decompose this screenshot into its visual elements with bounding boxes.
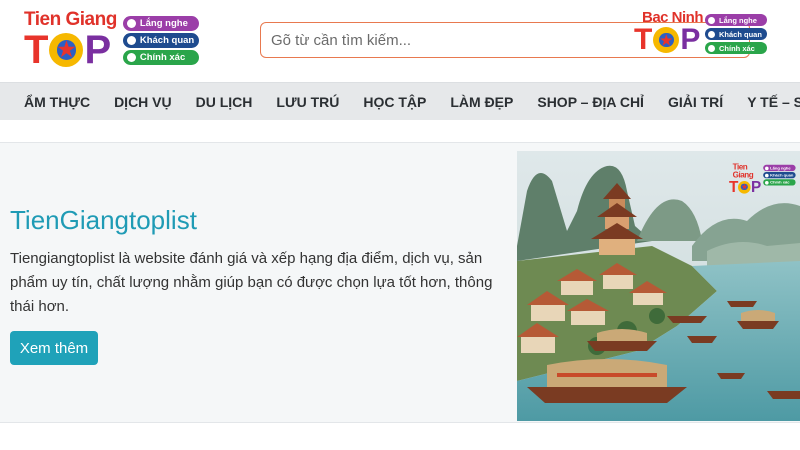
dot-icon bbox=[708, 44, 716, 52]
logo-tag-label: Chính xác bbox=[719, 43, 755, 53]
hero-description: Tiengiangtoplist là website đánh giá và … bbox=[10, 250, 493, 315]
logo-letter-p: P bbox=[84, 28, 112, 72]
logo-letter-t: T bbox=[634, 23, 653, 56]
hero-section: TienGiangtoplist Tiengiangtoplist là web… bbox=[0, 142, 800, 423]
logo-letter-t: T bbox=[729, 178, 739, 196]
logo-tag-label: Lắng nghe bbox=[770, 165, 791, 171]
nav-item-y-te-suc-khoe[interactable]: Y TẾ – SỨC KHỎE bbox=[723, 94, 800, 110]
logo-wordmark: Tien Giang T ★ P bbox=[24, 10, 117, 70]
dot-icon bbox=[126, 53, 136, 62]
logo-place-name: Tien Giang bbox=[24, 9, 117, 30]
dot-icon bbox=[764, 173, 769, 177]
logo-letter-p: P bbox=[680, 23, 701, 56]
logo-letter-p: P bbox=[750, 178, 762, 196]
read-more-button[interactable]: Xem thêm bbox=[10, 331, 98, 365]
logo-tag-label: Lắng nghe bbox=[139, 18, 188, 29]
nav-item-luu-tru[interactable]: LƯU TRÚ bbox=[252, 94, 339, 110]
site-header: Tien Giang T ★ P Lắng nghe Khách quan Ch… bbox=[0, 0, 800, 82]
spacer bbox=[0, 120, 800, 142]
star-icon: ★ bbox=[741, 182, 748, 191]
logo-tag: Lắng nghe bbox=[705, 14, 768, 26]
page-bottom bbox=[0, 423, 800, 450]
nav-item-giai-tri[interactable]: GIẢI TRÍ bbox=[644, 94, 723, 110]
dot-icon bbox=[764, 166, 769, 170]
nav-item-dich-vu[interactable]: DỊCH VỤ bbox=[90, 94, 172, 110]
logo-tag: Chính xác bbox=[705, 42, 768, 54]
logo-star-icon: ★ bbox=[49, 33, 84, 67]
partner-logo-top-text: T ★ P bbox=[634, 25, 703, 55]
logo-tag: Khách quan bbox=[705, 28, 768, 40]
dot-icon bbox=[126, 36, 136, 45]
nav-item-am-thuc[interactable]: ẨM THỰC bbox=[0, 94, 90, 110]
logo-tag: Khách quan bbox=[122, 33, 199, 48]
image-watermark-logo: Tien Giang T ★ P Lắng nghe Khách quan Ch… bbox=[729, 163, 796, 195]
hero-image: Tien Giang T ★ P Lắng nghe Khách quan Ch… bbox=[517, 151, 800, 421]
logo-tag-label: Khách quan bbox=[139, 35, 195, 46]
nav-item-lam-dep[interactable]: LÀM ĐẸP bbox=[426, 94, 513, 110]
partner-logo-wordmark: Bac Ninh T ★ P bbox=[634, 10, 704, 55]
logo-tag: Lắng nghe bbox=[762, 164, 796, 172]
logo-letter-t: T bbox=[24, 28, 49, 72]
logo-star-icon: ★ bbox=[738, 180, 751, 194]
star-icon: ★ bbox=[660, 32, 673, 48]
logo-tag: Chính xác bbox=[122, 50, 199, 65]
watermark-tags: Lắng nghe Khách quan Chính xác bbox=[762, 164, 796, 186]
dot-icon bbox=[708, 30, 716, 38]
star-icon: ★ bbox=[57, 39, 76, 61]
logo-tag: Chính xác bbox=[762, 179, 796, 186]
logo-top-text: T ★ P bbox=[24, 30, 117, 70]
nav-item-hoc-tap[interactable]: HỌC TẬP bbox=[339, 94, 426, 110]
hero-title: TienGiangtoplist bbox=[10, 205, 197, 235]
logo-tag-label: Chính xác bbox=[770, 180, 790, 185]
watermark-place-name: Tien Giang bbox=[732, 162, 754, 180]
logo-tag-label: Lắng nghe bbox=[719, 15, 757, 25]
main-nav: ẨM THỰC DỊCH VỤ DU LỊCH LƯU TRÚ HỌC TẬP … bbox=[0, 82, 800, 120]
dot-icon bbox=[708, 16, 716, 24]
watermark-wordmark: Tien Giang T ★ P bbox=[729, 163, 761, 195]
logo-tag-label: Khách quan bbox=[719, 29, 762, 39]
logo-tag: Lắng nghe bbox=[122, 16, 199, 31]
logo-tag-label: Chính xác bbox=[139, 52, 186, 63]
nav-item-du-lich[interactable]: DU LỊCH bbox=[172, 94, 253, 110]
nav-item-shop-dia-chi[interactable]: SHOP – ĐỊA CHỈ bbox=[513, 94, 644, 110]
site-logo[interactable]: Tien Giang T ★ P Lắng nghe Khách quan Ch… bbox=[24, 10, 199, 70]
logo-star-icon: ★ bbox=[653, 27, 680, 53]
dot-icon bbox=[126, 19, 136, 28]
logo-tag: Khách quan bbox=[762, 172, 796, 179]
logo-tags: Lắng nghe Khách quan Chính xác bbox=[122, 16, 199, 65]
partner-logo-tags: Lắng nghe Khách quan Chính xác bbox=[705, 14, 768, 54]
partner-logo[interactable]: Bac Ninh T ★ P Lắng nghe Khách quan Chín… bbox=[634, 10, 768, 55]
dot-icon bbox=[764, 180, 769, 185]
watermark-top-text: T ★ P bbox=[729, 179, 761, 194]
logo-tag-label: Khách quan bbox=[770, 172, 794, 178]
